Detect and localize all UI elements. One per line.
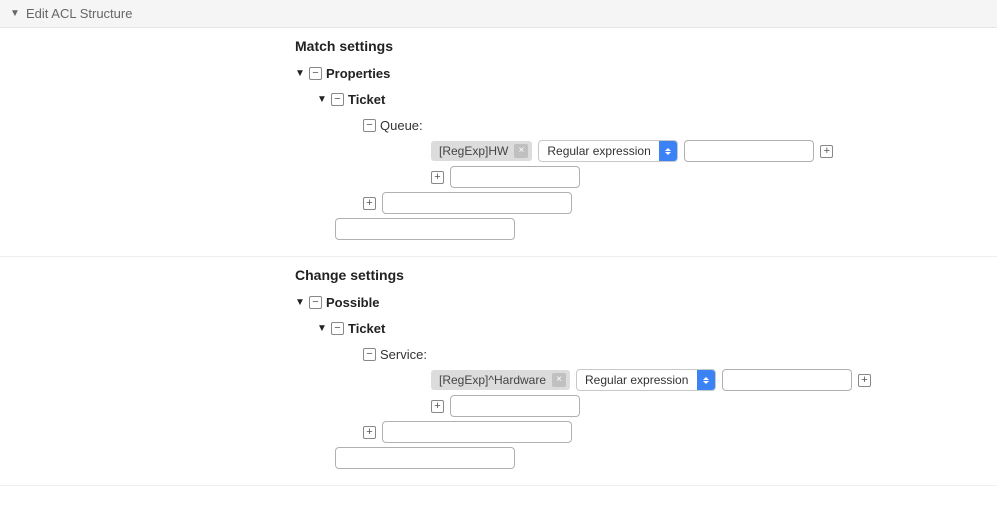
match-value-input[interactable]	[722, 369, 852, 391]
match-settings-title: Match settings	[295, 38, 997, 54]
minus-icon[interactable]: −	[363, 348, 376, 361]
add-property-input[interactable]	[382, 421, 572, 443]
match-type-value: Regular expression	[539, 144, 659, 158]
queue-rule: [RegExp]HW × Regular expression	[363, 140, 997, 162]
regexp-tag-text: [RegExp]HW	[439, 144, 508, 158]
caret-down-icon[interactable]: ▼	[295, 297, 305, 308]
service-rule: [RegExp]^Hardware × Regular expression	[363, 369, 997, 391]
properties-label: Properties	[326, 66, 390, 81]
add-value-input[interactable]	[450, 166, 580, 188]
plus-icon[interactable]: +	[363, 426, 376, 439]
ticket-node: ▼ − Ticket − Queue:	[295, 88, 997, 214]
match-settings-section: Match settings ▼ − Properties ▼ − Ticket…	[0, 28, 997, 257]
add-property-row: +	[317, 421, 997, 443]
add-value-row: +	[363, 395, 997, 417]
queue-label: Queue:	[380, 118, 423, 133]
add-entity-input[interactable]	[335, 218, 515, 240]
change-settings-title: Change settings	[295, 267, 997, 283]
properties-node: ▼ − Properties ▼ − Ticket − Queue:	[295, 62, 997, 240]
select-arrows-icon	[697, 370, 715, 390]
service-label: Service:	[380, 347, 427, 362]
add-entity-row	[295, 218, 997, 240]
select-arrows-icon	[659, 141, 677, 161]
panel-title: Edit ACL Structure	[26, 6, 132, 21]
change-settings-section: Change settings ▼ − Possible ▼ − Ticket …	[0, 257, 997, 486]
queue-node: − Queue: [RegExp]HW ×	[317, 114, 997, 188]
caret-down-icon[interactable]: ▼	[295, 68, 305, 79]
plus-icon[interactable]: +	[431, 171, 444, 184]
ticket-node: ▼ − Ticket − Service:	[295, 317, 997, 443]
remove-tag-icon[interactable]: ×	[514, 144, 528, 158]
add-value-input[interactable]	[450, 395, 580, 417]
minus-icon[interactable]: −	[331, 322, 344, 335]
remove-tag-icon[interactable]: ×	[552, 373, 566, 387]
caret-down-icon[interactable]: ▼	[317, 94, 327, 105]
plus-icon[interactable]: +	[363, 197, 376, 210]
possible-node: ▼ − Possible ▼ − Ticket − Service:	[295, 291, 997, 469]
add-value-row: +	[363, 166, 997, 188]
minus-icon[interactable]: −	[309, 296, 322, 309]
ticket-label: Ticket	[348, 92, 385, 107]
match-type-select[interactable]: Regular expression	[538, 140, 678, 162]
caret-down-icon: ▼	[10, 8, 20, 19]
panel-header[interactable]: ▼ Edit ACL Structure	[0, 0, 997, 28]
regexp-tag: [RegExp]HW ×	[431, 141, 532, 161]
match-type-value: Regular expression	[577, 373, 697, 387]
service-node: − Service: [RegExp]^Hardware ×	[317, 343, 997, 417]
plus-icon[interactable]: +	[431, 400, 444, 413]
regexp-tag: [RegExp]^Hardware ×	[431, 370, 570, 390]
minus-icon[interactable]: −	[309, 67, 322, 80]
add-property-row: +	[317, 192, 997, 214]
add-property-input[interactable]	[382, 192, 572, 214]
minus-icon[interactable]: −	[331, 93, 344, 106]
add-entity-row	[295, 447, 997, 469]
plus-icon[interactable]: +	[858, 374, 871, 387]
plus-icon[interactable]: +	[820, 145, 833, 158]
regexp-tag-text: [RegExp]^Hardware	[439, 373, 546, 387]
caret-down-icon[interactable]: ▼	[317, 323, 327, 334]
match-type-select[interactable]: Regular expression	[576, 369, 716, 391]
add-entity-input[interactable]	[335, 447, 515, 469]
match-value-input[interactable]	[684, 140, 814, 162]
minus-icon[interactable]: −	[363, 119, 376, 132]
ticket-label: Ticket	[348, 321, 385, 336]
possible-label: Possible	[326, 295, 379, 310]
